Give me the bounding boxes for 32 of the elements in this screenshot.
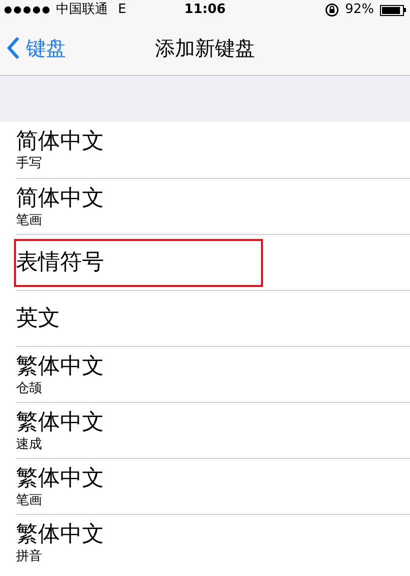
keyboard-name: 英文 <box>16 304 61 332</box>
keyboard-name: 表情符号 <box>16 248 105 276</box>
keyboard-name: 繁体中文 <box>16 464 105 492</box>
carrier-text: 中国联通 <box>56 1 108 20</box>
chevron-left-icon <box>6 36 20 60</box>
network-text: E <box>118 1 126 20</box>
keyboard-row[interactable]: 简体中文 手写 <box>16 122 410 178</box>
keyboard-name: 繁体中文 <box>16 352 105 380</box>
keyboard-row[interactable]: 繁体中文 拼音 <box>16 514 410 570</box>
keyboard-subtitle: 拼音 <box>16 548 43 564</box>
keyboard-name: 繁体中文 <box>16 520 105 548</box>
keyboard-subtitle: 笔画 <box>16 492 43 508</box>
keyboard-row[interactable]: 英文 <box>16 290 410 346</box>
keyboard-row[interactable]: 表情符号 <box>16 234 410 290</box>
keyboard-name: 简体中文 <box>16 128 105 156</box>
keyboard-subtitle: 手写 <box>16 156 43 172</box>
battery-percent-text: 92% <box>345 1 374 20</box>
rotation-lock-icon <box>325 3 340 17</box>
keyboard-subtitle: 仓颉 <box>16 380 43 396</box>
keyboard-row[interactable]: 繁体中文 速成 <box>16 402 410 458</box>
keyboard-name: 简体中文 <box>16 184 105 212</box>
keyboard-row[interactable]: 简体中文 笔画 <box>16 178 410 234</box>
back-button[interactable]: 键盘 <box>0 32 66 62</box>
keyboard-row[interactable]: 繁体中文 仓颉 <box>16 346 410 402</box>
keyboard-subtitle: 速成 <box>16 436 43 452</box>
nav-title: 添加新键盘 <box>155 34 255 62</box>
keyboard-subtitle: 笔画 <box>16 212 43 228</box>
battery-icon <box>380 4 406 16</box>
time-text: 11:06 <box>184 1 226 20</box>
keyboard-row[interactable]: 繁体中文 笔画 <box>16 458 410 514</box>
signal-icon <box>4 6 52 14</box>
keyboard-name: 繁体中文 <box>16 408 105 436</box>
